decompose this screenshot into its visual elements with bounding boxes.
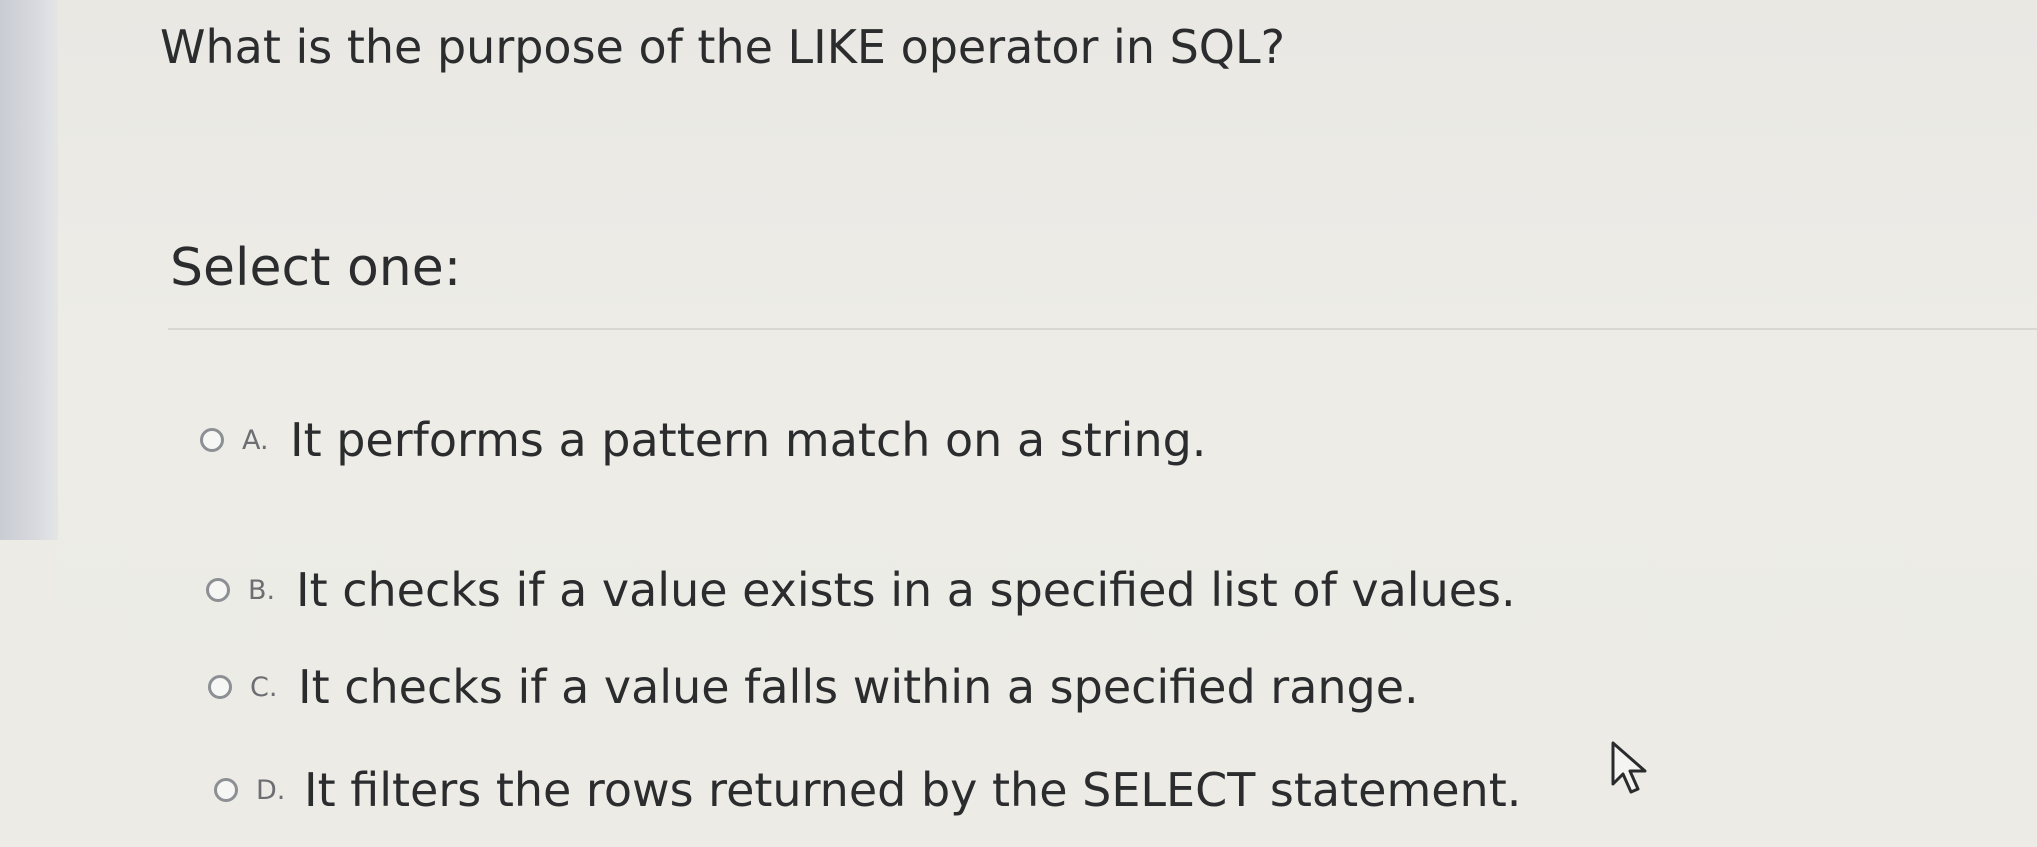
radio-unchecked-icon[interactable] [200, 428, 224, 452]
radio-unchecked-icon[interactable] [208, 675, 232, 699]
answer-option-c[interactable]: C. It checks if a value falls within a s… [208, 652, 1419, 722]
answer-option-a[interactable]: A. It performs a pattern match on a stri… [200, 405, 1206, 475]
question-text: What is the purpose of the LIKE operator… [160, 20, 1286, 74]
divider [168, 328, 2037, 330]
option-label: It checks if a value exists in a specifi… [296, 563, 1516, 617]
option-letter: C. [250, 671, 278, 703]
mouse-pointer-icon [1611, 741, 1647, 794]
option-letter: A. [242, 424, 269, 456]
option-letter: B. [248, 574, 276, 606]
sidebar-edge [0, 0, 58, 540]
answer-option-d[interactable]: D. It filters the rows returned by the S… [214, 755, 1521, 825]
radio-unchecked-icon[interactable] [206, 578, 230, 602]
quiz-question-panel: What is the purpose of the LIKE operator… [58, 0, 2037, 847]
answer-option-b[interactable]: B. It checks if a value exists in a spec… [206, 555, 1516, 625]
option-label: It performs a pattern match on a string. [290, 413, 1207, 467]
radio-unchecked-icon[interactable] [214, 778, 238, 802]
option-letter: D. [256, 774, 286, 806]
select-one-prompt: Select one: [170, 238, 462, 298]
option-label: It checks if a value falls within a spec… [298, 660, 1419, 714]
option-label: It filters the rows returned by the SELE… [304, 763, 1522, 817]
